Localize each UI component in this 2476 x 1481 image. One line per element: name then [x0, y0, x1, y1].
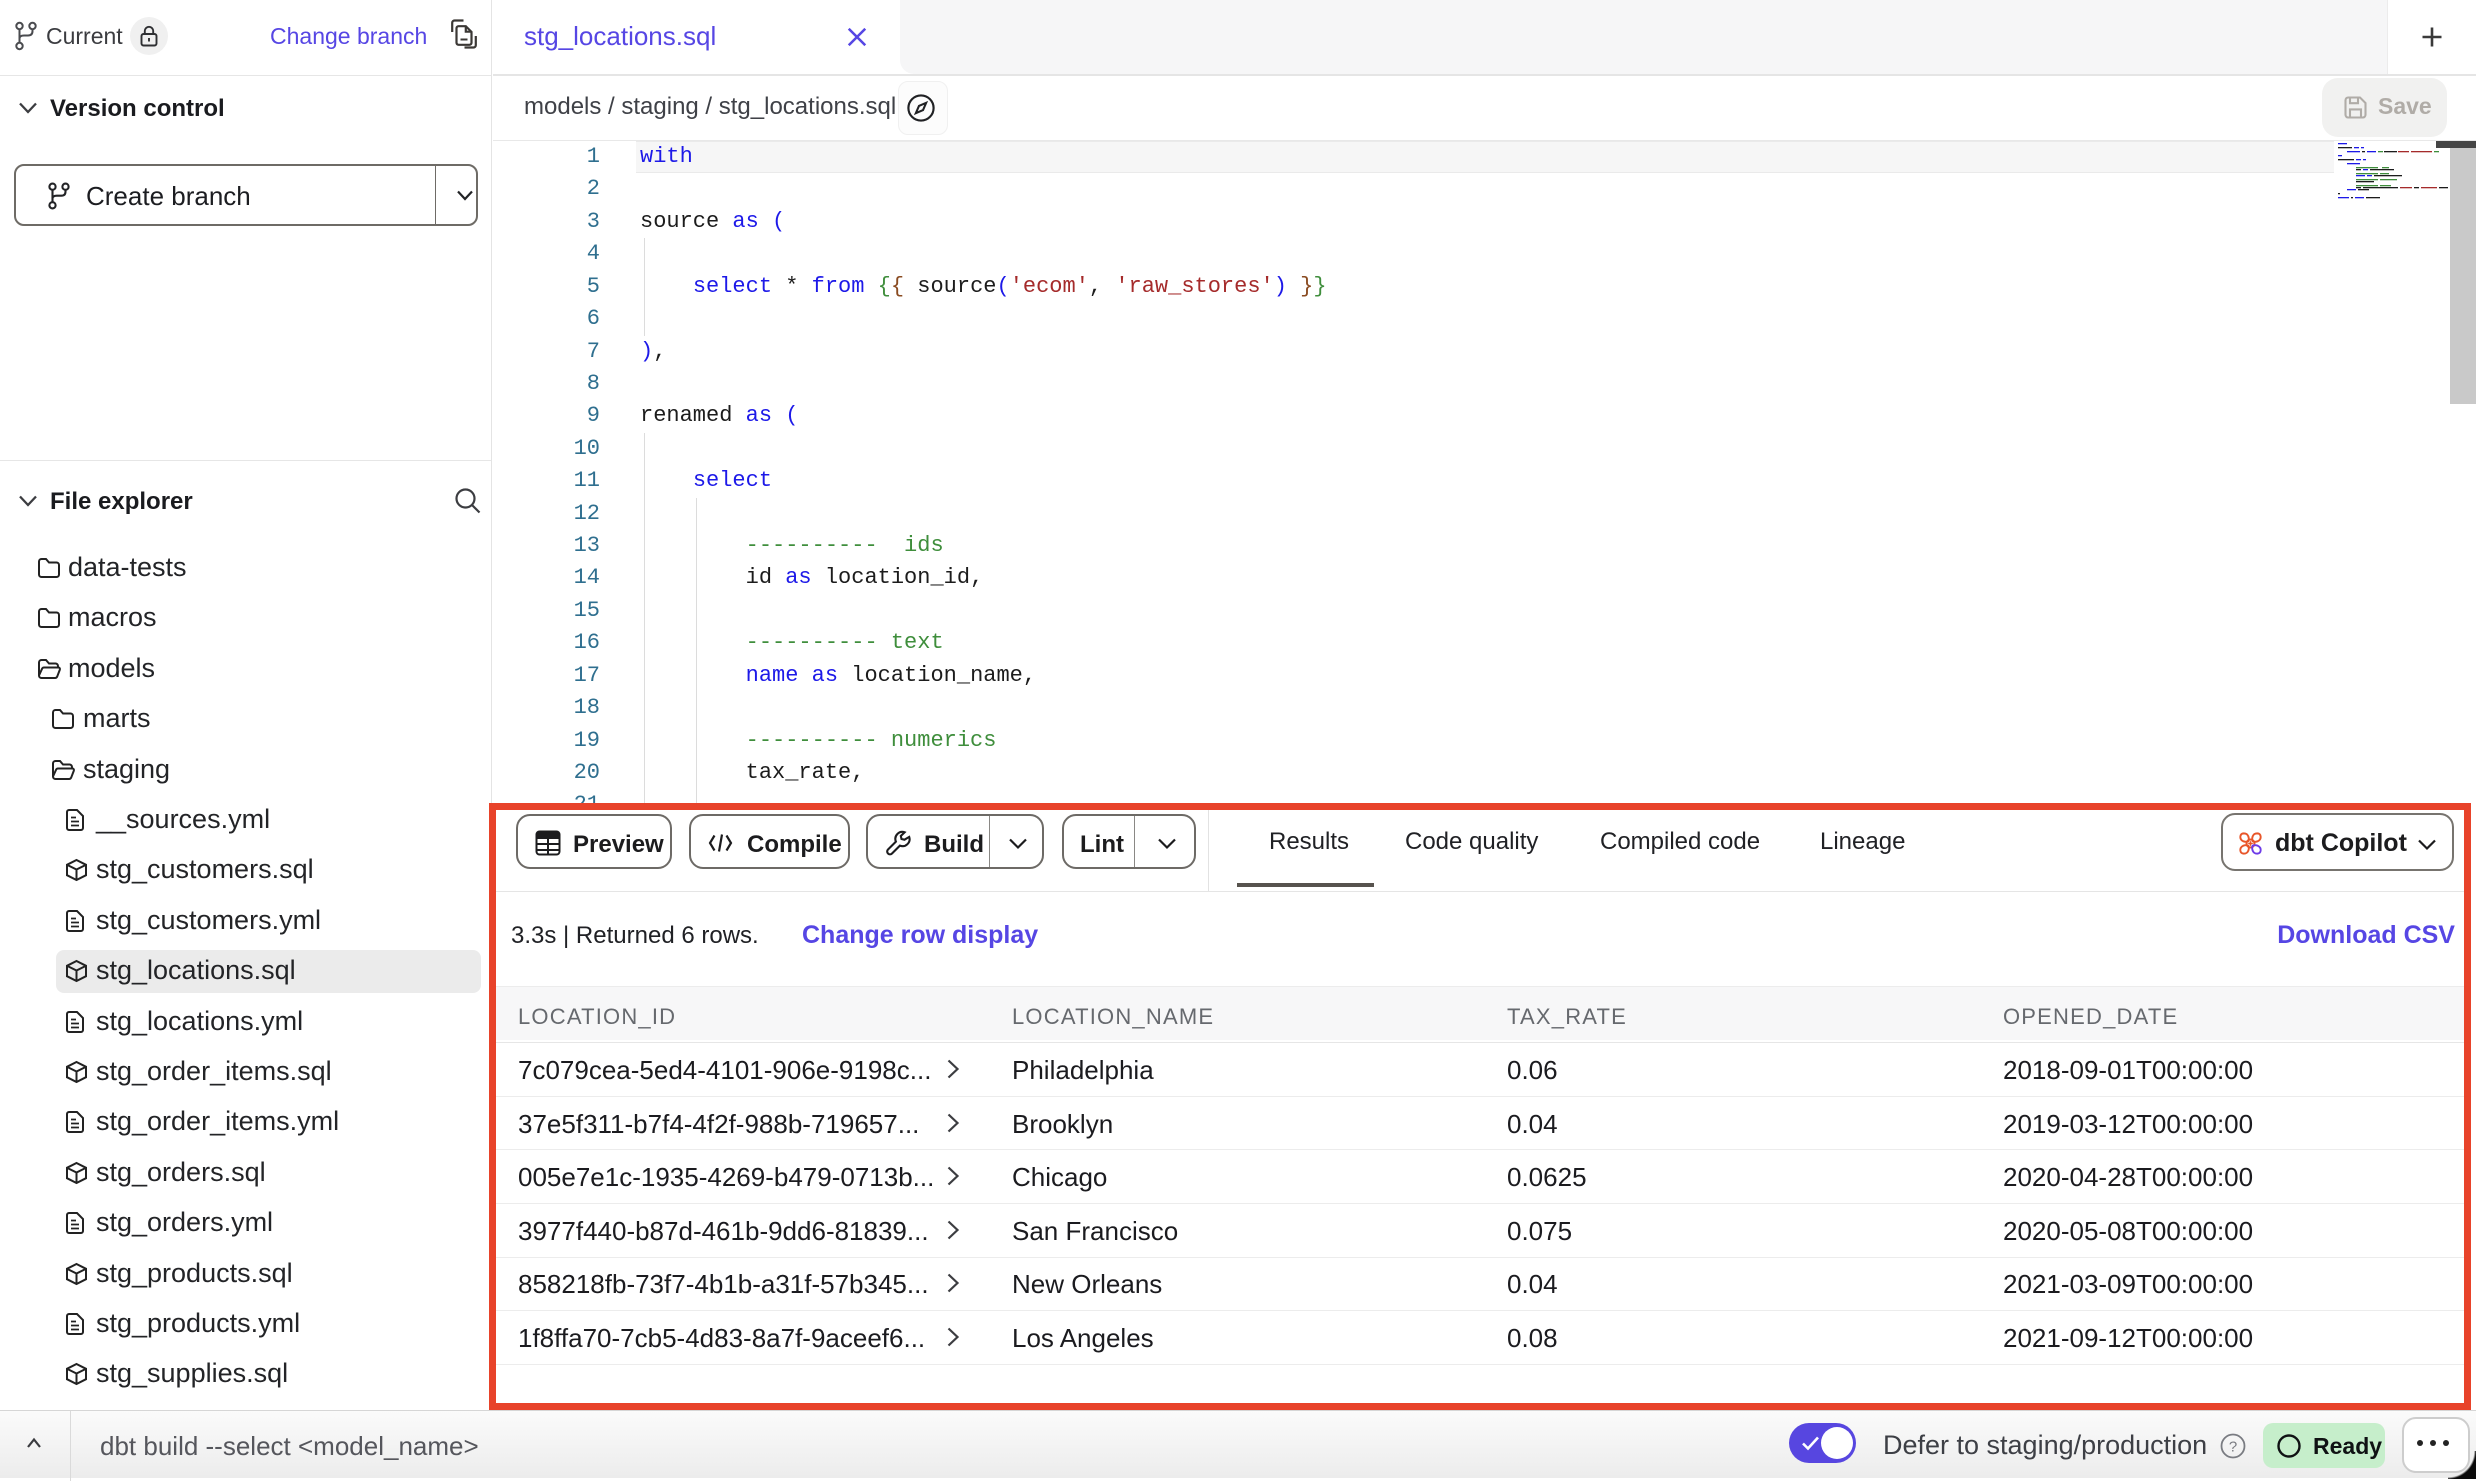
svg-text:?: ?	[2229, 1439, 2237, 1456]
